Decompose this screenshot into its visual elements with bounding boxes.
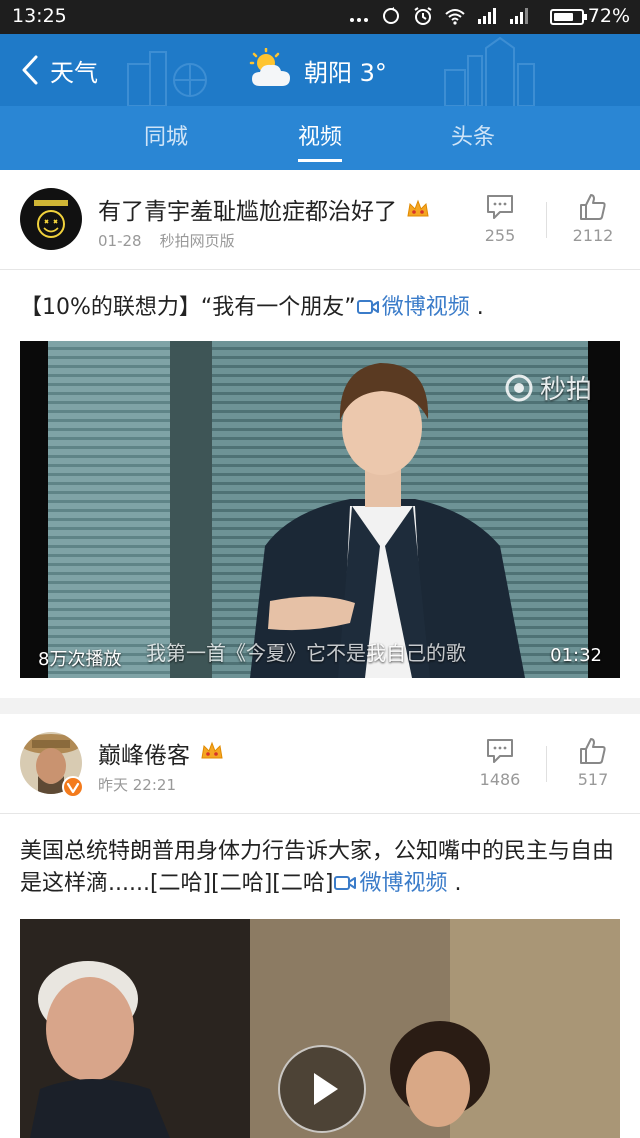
tab-local[interactable]: 同城 [106, 106, 226, 170]
wifi-icon [445, 9, 465, 25]
status-time: 13:25 [12, 5, 67, 27]
post-card: 有了青宇羞耻尴尬症都治好了 01-28 秒拍网页版 255 2112 【10%的联… [0, 170, 640, 698]
comment-button[interactable]: 255 [470, 192, 530, 245]
sync-icon [383, 7, 399, 24]
play-button[interactable] [278, 1045, 366, 1133]
chevron-left-icon [22, 55, 38, 85]
video-link[interactable]: 微博视频 [356, 295, 470, 320]
header: 天气 朝阳 3° [0, 34, 640, 106]
comment-count: 1486 [479, 770, 521, 789]
comment-button[interactable]: 1486 [470, 736, 530, 789]
video-link-icon [356, 300, 379, 314]
thumbs-up-icon [580, 738, 606, 764]
like-count: 2112 [572, 226, 614, 245]
post-text-tail: . [469, 295, 484, 320]
video-link-text: 微博视频 [359, 871, 448, 896]
post-header: 有了青宇羞耻尴尬症都治好了 01-28 秒拍网页版 255 2112 [0, 170, 640, 270]
battery-tip [584, 14, 587, 20]
post-text-body: 美国总统特朗普用身体力行告诉大家，公知嘴中的民主与自由是这样滴......[二哈… [20, 839, 615, 896]
like-button[interactable]: 2112 [563, 192, 623, 245]
post-meta: 昨天 22:21 [98, 774, 176, 795]
user-name[interactable]: 巅峰倦客 [98, 736, 190, 770]
battery-icon [550, 9, 587, 25]
divider [546, 746, 547, 782]
video-link-text: 微博视频 [381, 295, 470, 320]
signal-icon [478, 8, 496, 24]
tab-bar: 同城 视频 头条 [0, 106, 640, 170]
thumbs-up-icon [580, 194, 606, 220]
back-label: 天气 [50, 58, 98, 87]
active-tab-indicator [298, 159, 342, 162]
comment-icon [487, 195, 513, 219]
video-watermark: 秒拍 [504, 369, 592, 406]
post-date: 01-28 [98, 232, 142, 250]
miaopai-logo-icon [505, 374, 533, 401]
vip-crown-icon [407, 199, 429, 217]
weather-widget[interactable]: 朝阳 3° [248, 46, 387, 94]
video-player[interactable] [20, 919, 620, 1138]
video-watermark-text: 秒拍 [539, 375, 592, 405]
post-text: 美国总统特朗普用身体力行告诉大家，公知嘴中的民主与自由是这样滴......[二哈… [20, 836, 620, 900]
battery-level [554, 13, 573, 21]
tab-video[interactable]: 视频 [260, 106, 380, 170]
video-link-icon [334, 876, 357, 890]
post-header: 巅峰倦客 昨天 22:21 1486 517 [0, 714, 640, 814]
video-player[interactable]: 秒拍 8万次播放 我第一首《今夏》它不是我自己的歌 01:32 [20, 341, 620, 678]
tab-video-label: 视频 [297, 125, 342, 150]
post-card: 巅峰倦客 昨天 22:21 1486 517 美国总统特朗普用身体力行告诉大家，… [0, 714, 640, 1138]
post-text: 【10%的联想力】“我有一个朋友” 微博视频 . [20, 292, 620, 324]
user-name[interactable]: 有了青宇羞耻尴尬症都治好了 [98, 192, 397, 226]
more-dots-icon [350, 18, 368, 22]
video-link[interactable]: 微博视频 [333, 871, 447, 896]
verified-badge-icon [62, 776, 84, 798]
post-text-tail: . [447, 871, 462, 896]
alarm-icon [414, 7, 432, 25]
battery-percent: 72% [587, 5, 630, 27]
video-subtitle: 我第一首《今夏》它不是我自己的歌 [146, 641, 466, 665]
avatar[interactable] [20, 188, 82, 250]
post-meta: 01-28 秒拍网页版 [98, 230, 235, 251]
status-bar: 13:25 72% [0, 0, 640, 34]
weather-text: 朝阳 3° [304, 58, 387, 87]
tab-headlines[interactable]: 头条 [413, 106, 533, 170]
post-text-body: 【10%的联想力】“我有一个朋友” [20, 295, 356, 320]
like-button[interactable]: 517 [563, 736, 623, 789]
signal-icon [510, 8, 528, 24]
play-icon [314, 1073, 338, 1105]
vip-crown-icon [201, 741, 223, 759]
video-duration: 01:32 [550, 645, 602, 666]
post-source[interactable]: 秒拍网页版 [160, 232, 235, 250]
play-count: 8万次播放 [38, 649, 122, 670]
partly-cloudy-icon [249, 48, 290, 86]
nirvana-smiley-avatar-icon [20, 188, 82, 250]
back-button[interactable]: 天气 [18, 44, 98, 96]
like-count: 517 [577, 770, 609, 789]
comment-count: 255 [484, 226, 516, 245]
post-date: 昨天 22:21 [98, 776, 176, 794]
comment-icon [487, 739, 513, 763]
divider [546, 202, 547, 238]
status-icons [348, 6, 530, 26]
screen: 13:25 72% 天气 朝阳 3° 同城 视频 头条 有了青宇羞耻尴尬症都治好… [0, 0, 640, 1138]
